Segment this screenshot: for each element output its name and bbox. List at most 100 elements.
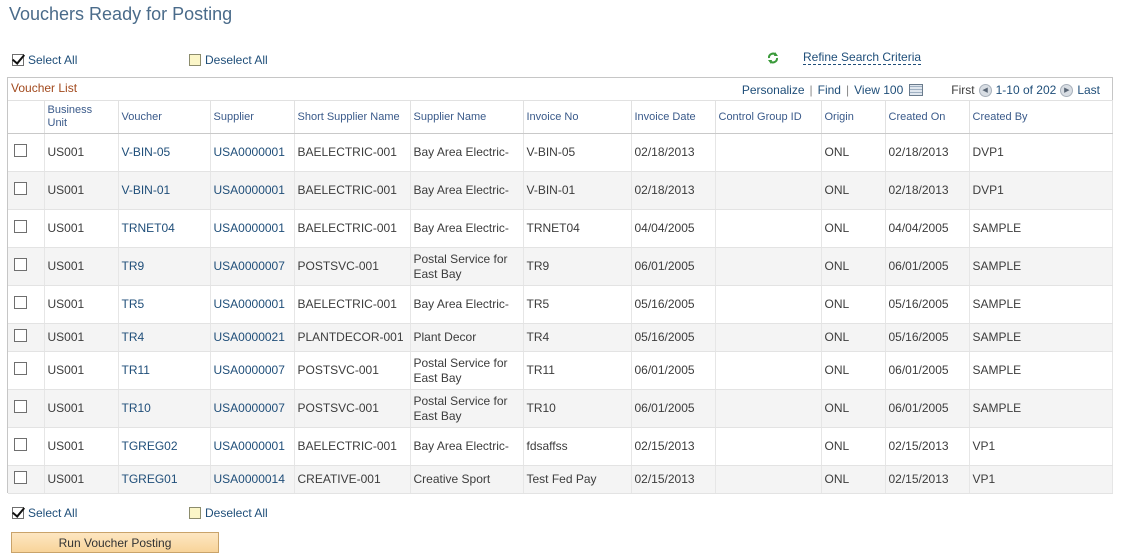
row-range: 1-10 of 202 (995, 83, 1057, 97)
row-checkbox[interactable] (14, 220, 27, 233)
row-select-cell (8, 209, 45, 248)
select-all-top[interactable]: Select All (12, 53, 77, 67)
voucher-link[interactable]: TGREG01 (118, 465, 211, 494)
created-by-cell: VP1 (969, 427, 1113, 466)
deselect-all-bottom[interactable]: Deselect All (189, 506, 268, 520)
created-on-cell: 04/04/2005 (885, 209, 970, 248)
column-header[interactable]: Origin (821, 100, 886, 134)
row-checkbox[interactable] (14, 258, 27, 271)
voucher-link[interactable]: TR10 (118, 389, 211, 428)
row-checkbox[interactable] (14, 362, 27, 375)
invoice-date-cell: 06/01/2005 (631, 247, 716, 286)
empty-checkbox-icon[interactable] (189, 54, 201, 66)
short-supplier-name-cell: PLANTDECOR-001 (294, 323, 411, 352)
row-checkbox[interactable] (14, 182, 27, 195)
control-group-cell (715, 247, 822, 286)
supplier-link[interactable]: USA0000001 (210, 285, 295, 324)
invoice-no-cell: TRNET04 (523, 209, 632, 248)
table-row: US001 TR9 USA0000007 POSTSVC-001 Postal Serv… (8, 247, 1113, 286)
refine-search-link[interactable]: Refine Search Criteria (803, 50, 922, 65)
voucher-link[interactable]: TRNET04 (118, 209, 211, 248)
checkmark-icon[interactable] (12, 507, 24, 519)
row-select-cell (8, 133, 45, 172)
refresh-icon[interactable] (766, 51, 780, 65)
row-select-cell (8, 427, 45, 466)
table-row: US001 TR4 USA0000021 PLANTDECOR-001 Plant De… (8, 323, 1113, 352)
supplier-link[interactable]: USA0000021 (210, 323, 295, 352)
view-all-link[interactable]: View 100 (854, 83, 903, 97)
row-select-cell (8, 247, 45, 286)
created-on-cell: 06/01/2005 (885, 351, 970, 390)
first-label: First (951, 83, 975, 97)
row-select-cell (8, 465, 45, 494)
origin-cell: ONL (821, 285, 886, 324)
invoice-date-cell: 04/04/2005 (631, 209, 716, 248)
next-arrow-icon[interactable]: ▶ (1060, 83, 1074, 97)
supplier-link[interactable]: USA0000001 (210, 133, 295, 172)
row-checkbox[interactable] (14, 144, 27, 157)
deselect-all-label[interactable]: Deselect All (205, 53, 268, 67)
run-voucher-posting-button[interactable]: Run Voucher Posting (11, 532, 219, 553)
origin-cell: ONL (821, 133, 886, 172)
voucher-link[interactable]: TR11 (118, 351, 211, 390)
supplier-name-cell: Bay Area Electric- (410, 133, 524, 172)
supplier-link[interactable]: USA0000001 (210, 171, 295, 210)
voucher-link[interactable]: TGREG02 (118, 427, 211, 466)
last-link[interactable]: Last (1077, 83, 1100, 97)
previous-arrow-icon[interactable]: ◀ (978, 83, 992, 97)
column-header[interactable]: Supplier (210, 100, 295, 134)
row-select-cell (8, 323, 45, 352)
business-unit-cell: US001 (44, 465, 119, 494)
created-by-cell: SAMPLE (969, 209, 1113, 248)
row-checkbox[interactable] (14, 438, 27, 451)
supplier-link[interactable]: USA0000001 (210, 427, 295, 466)
short-supplier-name-cell: CREATIVE-001 (294, 465, 411, 494)
table-row: US001 TR10 USA0000007 POSTSVC-001 Postal Ser… (8, 389, 1113, 428)
select-all-bottom[interactable]: Select All (12, 506, 77, 520)
supplier-link[interactable]: USA0000001 (210, 209, 295, 248)
voucher-link[interactable]: V-BIN-05 (118, 133, 211, 172)
origin-cell: ONL (821, 465, 886, 494)
column-header[interactable]: Business Unit (44, 100, 119, 134)
find-link[interactable]: Find (818, 83, 841, 97)
deselect-all-top[interactable]: Deselect All (189, 53, 268, 67)
created-on-cell: 05/16/2005 (885, 323, 970, 352)
column-header[interactable]: Created On (885, 100, 970, 134)
control-group-cell (715, 351, 822, 390)
column-header[interactable]: Short Supplier Name (294, 100, 411, 134)
invoice-no-cell: TR5 (523, 285, 632, 324)
checkmark-icon[interactable] (12, 54, 24, 66)
supplier-link[interactable]: USA0000007 (210, 351, 295, 390)
personalize-link[interactable]: Personalize (742, 83, 805, 97)
column-header[interactable]: Invoice Date (631, 100, 716, 134)
column-header[interactable]: Invoice No (523, 100, 632, 134)
invoice-no-cell: V-BIN-05 (523, 133, 632, 172)
origin-cell: ONL (821, 209, 886, 248)
select-all-label[interactable]: Select All (28, 53, 77, 67)
row-checkbox[interactable] (14, 296, 27, 309)
voucher-link[interactable]: TR5 (118, 285, 211, 324)
select-all-label[interactable]: Select All (28, 506, 77, 520)
voucher-link[interactable]: TR9 (118, 247, 211, 286)
column-header[interactable]: Control Group ID (715, 100, 822, 134)
control-group-cell (715, 133, 822, 172)
empty-checkbox-icon[interactable] (189, 507, 201, 519)
supplier-link[interactable]: USA0000014 (210, 465, 295, 494)
column-header[interactable]: Voucher (118, 100, 211, 134)
column-header[interactable]: Supplier Name (410, 100, 524, 134)
download-grid-icon[interactable] (909, 84, 924, 96)
voucher-link[interactable]: TR4 (118, 323, 211, 352)
supplier-link[interactable]: USA0000007 (210, 247, 295, 286)
table-row: US001 TGREG01 USA0000014 CREATIVE-001 Creati… (8, 465, 1113, 494)
row-checkbox[interactable] (14, 471, 27, 484)
supplier-link[interactable]: USA0000007 (210, 389, 295, 428)
deselect-all-label[interactable]: Deselect All (205, 506, 268, 520)
created-on-cell: 06/01/2005 (885, 389, 970, 428)
column-header-select (8, 100, 45, 134)
row-checkbox[interactable] (14, 400, 27, 413)
row-checkbox[interactable] (14, 329, 27, 342)
voucher-link[interactable]: V-BIN-01 (118, 171, 211, 210)
business-unit-cell: US001 (44, 351, 119, 390)
short-supplier-name-cell: POSTSVC-001 (294, 389, 411, 428)
column-header[interactable]: Created By (969, 100, 1113, 134)
